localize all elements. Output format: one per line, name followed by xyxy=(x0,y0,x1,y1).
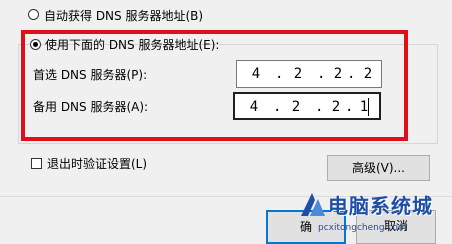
alternate-dns-input[interactable]: 4 . 2 . 2 . 1 xyxy=(233,92,381,120)
watermark-url: pcxitongcheng.com xyxy=(318,223,407,233)
alternate-dns-label: 备用 DNS 服务器(A): xyxy=(33,100,149,114)
manual-dns-label: 使用下面的 DNS 服务器地址(E): xyxy=(45,38,220,52)
alternate-octet-1: 4 xyxy=(249,99,259,115)
octet-separator: . xyxy=(275,66,284,82)
ok-button-label: 确 xyxy=(299,220,312,234)
manual-dns-radio[interactable] xyxy=(30,39,41,50)
octet-separator: . xyxy=(317,66,326,82)
auto-dns-label: 自动获得 DNS 服务器地址(B) xyxy=(44,9,204,23)
preferred-dns-input[interactable]: 4 . 2 . 2 . 2 xyxy=(236,60,382,88)
radio-selected-dot xyxy=(33,42,38,47)
advanced-button[interactable]: 高级(V)... xyxy=(327,155,430,181)
preferred-dns-label: 首选 DNS 服务器(P): xyxy=(33,68,148,82)
alternate-octet-3: 2 xyxy=(331,99,341,115)
preferred-octet-3: 2 xyxy=(333,66,343,82)
preferred-octet-1: 4 xyxy=(251,66,261,82)
octet-separator: . xyxy=(345,99,354,115)
watermark-logo-icon xyxy=(301,193,325,216)
alternate-octet-4: 1 xyxy=(359,99,369,115)
preferred-octet-4: 2 xyxy=(363,66,373,82)
validate-on-exit-label: 退出时验证设置(L) xyxy=(47,157,148,171)
preferred-octet-2: 2 xyxy=(293,66,303,82)
text-caret xyxy=(368,98,369,116)
alternate-octet-2: 2 xyxy=(291,99,301,115)
octet-separator: . xyxy=(347,66,356,82)
auto-dns-radio[interactable] xyxy=(28,9,39,20)
octet-separator: . xyxy=(273,99,282,115)
validate-on-exit-checkbox[interactable] xyxy=(31,158,42,169)
watermark-title: 电脑系统城 xyxy=(328,194,433,218)
octet-separator: . xyxy=(315,99,324,115)
